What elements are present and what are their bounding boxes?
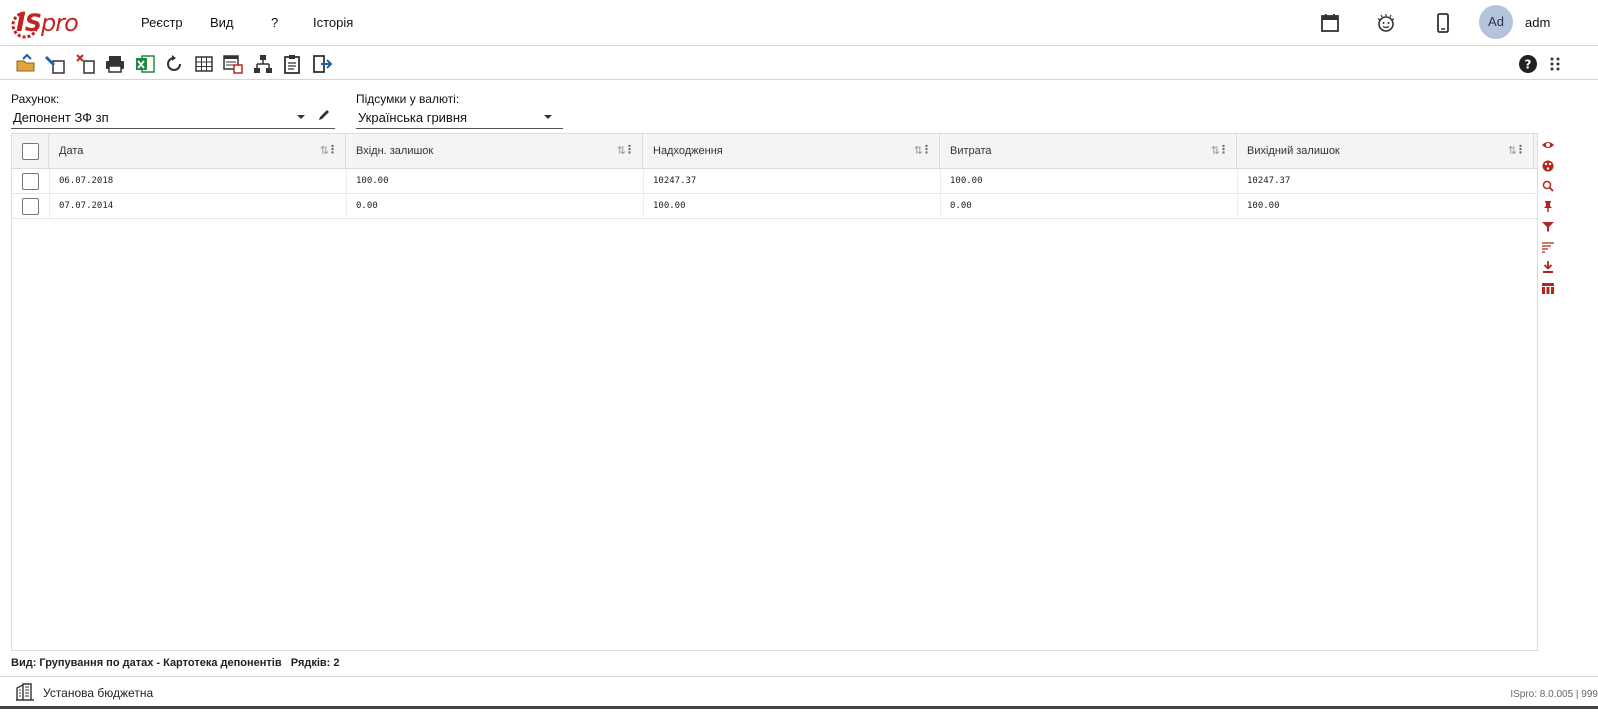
column-divider: [346, 169, 347, 194]
pencil-edit-icon[interactable]: [317, 108, 331, 122]
column-title: Надходження: [653, 145, 723, 157]
select-all-cell: [12, 134, 49, 169]
column-title: Вихідний залишок: [1247, 145, 1340, 157]
column-header-receipts[interactable]: Надходження ⇅ ⋮: [643, 134, 940, 169]
apps-grid-icon[interactable]: [1545, 53, 1567, 75]
account-select[interactable]: Депонент ЗФ зп: [11, 107, 335, 129]
footer: Установа бюджетна ISpro: 8.0.005 | 999: [0, 676, 1598, 706]
column-divider: [1237, 194, 1238, 219]
table-row[interactable]: 06.07.2018 100.00 10247.37 100.00 10247.…: [12, 169, 1537, 194]
face-support-icon[interactable]: [1375, 12, 1397, 34]
cell-date: 06.07.2018: [59, 176, 114, 186]
table-header: Дата ⇅ ⋮ Вхідн. залишок ⇅ ⋮ Надходження …: [12, 134, 1537, 169]
print-icon[interactable]: [104, 53, 126, 75]
column-divider: [49, 169, 50, 194]
column-divider: [49, 194, 50, 219]
clipboard-icon[interactable]: [281, 53, 303, 75]
exit-icon[interactable]: [311, 53, 333, 75]
palette-icon[interactable]: [1542, 160, 1554, 172]
cell-date: 07.07.2014: [59, 201, 114, 211]
column-header-opening-balance[interactable]: Вхідн. залишок ⇅ ⋮: [346, 134, 643, 169]
select-all-checkbox[interactable]: [22, 143, 39, 160]
column-divider: [643, 194, 644, 219]
column-divider: [346, 194, 347, 219]
top-header: ISpro Реєстр Вид ? Історія Ad adm: [0, 0, 1598, 46]
column-divider: [940, 169, 941, 194]
currency-value: Українська гривня: [358, 110, 468, 125]
column-title: Дата: [59, 145, 84, 157]
edit-document-icon[interactable]: [45, 53, 67, 75]
status-line: Вид: Групування по датах - Картотека деп…: [11, 657, 340, 669]
column-menu-icon[interactable]: ⋮: [624, 143, 635, 156]
menu-history[interactable]: Історія: [313, 15, 353, 30]
report-window-icon[interactable]: [222, 53, 244, 75]
excel-export-icon[interactable]: [134, 53, 156, 75]
column-title: Витрата: [950, 145, 992, 157]
building-icon: [16, 683, 34, 701]
cell-opening-balance: 100.00: [356, 176, 389, 186]
open-folder-icon[interactable]: [15, 53, 37, 75]
mobile-icon[interactable]: [1432, 12, 1454, 34]
column-divider: [940, 194, 941, 219]
row-checkbox[interactable]: [22, 173, 39, 190]
menu-registry[interactable]: Реєстр: [141, 15, 183, 30]
data-grid: Дата ⇅ ⋮ Вхідн. залишок ⇅ ⋮ Надходження …: [11, 133, 1538, 651]
cell-expense: 0.00: [950, 201, 972, 211]
table-grid-icon[interactable]: [193, 53, 215, 75]
filter-icon[interactable]: [1542, 221, 1554, 233]
column-divider: [643, 169, 644, 194]
currency-label: Підсумки у валюті:: [356, 92, 460, 106]
toolbar: ?: [0, 47, 1598, 80]
calendar-icon[interactable]: [1319, 12, 1341, 34]
username[interactable]: adm: [1525, 15, 1550, 30]
column-header-expense[interactable]: Витрата ⇅ ⋮: [940, 134, 1237, 169]
row-checkbox[interactable]: [22, 198, 39, 215]
sort-lines-icon[interactable]: [1542, 241, 1554, 253]
download-icon[interactable]: [1542, 261, 1554, 273]
refresh-icon[interactable]: [163, 53, 185, 75]
delete-document-icon[interactable]: [75, 53, 97, 75]
menu-view[interactable]: Вид: [210, 15, 234, 30]
help-icon[interactable]: ?: [1517, 53, 1539, 75]
cell-closing-balance: 100.00: [1247, 201, 1280, 211]
chevron-down-icon[interactable]: [297, 115, 305, 119]
avatar[interactable]: Ad: [1479, 5, 1513, 39]
version-info: ISpro: 8.0.005 | 999: [1510, 689, 1598, 700]
column-header-closing-balance[interactable]: Вихідний залишок ⇅ ⋮: [1237, 134, 1534, 169]
column-divider: [1237, 169, 1238, 194]
cell-receipts: 10247.37: [653, 176, 697, 186]
cell-expense: 100.00: [950, 176, 983, 186]
column-menu-icon[interactable]: ⋮: [327, 143, 338, 156]
account-label: Рахунок:: [11, 92, 60, 106]
currency-select[interactable]: Українська гривня: [356, 107, 563, 129]
columns-icon[interactable]: [1542, 282, 1554, 294]
pin-icon[interactable]: [1542, 200, 1554, 212]
table-row[interactable]: 07.07.2014 0.00 100.00 0.00 100.00: [12, 194, 1537, 219]
logo-text: ISpro: [16, 8, 79, 38]
menu-help[interactable]: ?: [271, 15, 278, 30]
column-menu-icon[interactable]: ⋮: [1515, 143, 1526, 156]
column-header-date[interactable]: Дата ⇅ ⋮: [49, 134, 346, 169]
cell-receipts: 100.00: [653, 201, 686, 211]
organization-name[interactable]: Установа бюджетна: [43, 686, 153, 700]
column-menu-icon[interactable]: ⋮: [1218, 143, 1229, 156]
column-menu-icon[interactable]: ⋮: [921, 143, 932, 156]
eye-icon[interactable]: [1542, 139, 1554, 151]
ispro-logo[interactable]: ISpro: [10, 6, 82, 42]
svg-text:?: ?: [1525, 58, 1532, 72]
search-icon[interactable]: [1542, 180, 1554, 192]
chevron-down-icon[interactable]: [544, 115, 552, 119]
window-bottom-edge: [0, 706, 1598, 709]
column-title: Вхідн. залишок: [356, 145, 434, 157]
cell-closing-balance: 10247.37: [1247, 176, 1291, 186]
hierarchy-icon[interactable]: [252, 53, 274, 75]
cell-opening-balance: 0.00: [356, 201, 378, 211]
account-value: Депонент ЗФ зп: [13, 110, 109, 125]
